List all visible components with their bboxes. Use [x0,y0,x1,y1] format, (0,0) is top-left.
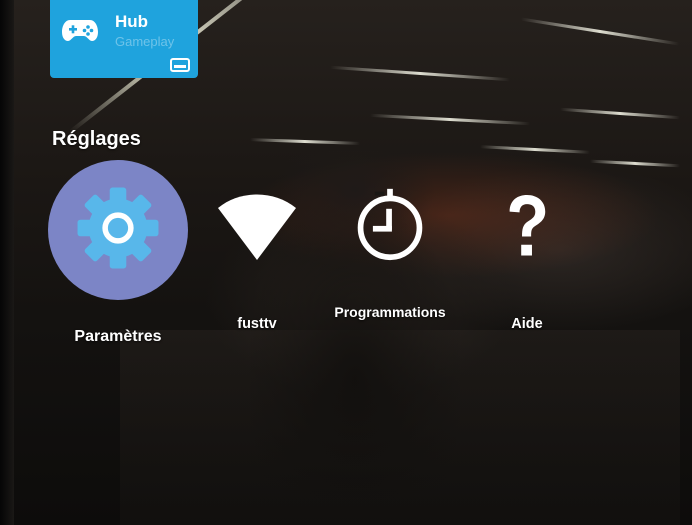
section-title: Réglages [52,128,141,150]
gear-icon [72,182,164,279]
settings-item-programmations[interactable]: Programmations [330,186,450,346]
settings-item-network[interactable]: fusttv [212,192,302,342]
hub-tile[interactable]: Hub Gameplay [50,0,198,78]
hub-subtitle: Gameplay [115,34,175,49]
settings-item-aide[interactable]: Aide [482,186,572,336]
tv-screen: Hub Gameplay Réglages Paramètres fusttv … [0,0,692,525]
hub-title: Hub [115,12,149,31]
ceiling-light-reflection [249,138,361,145]
ceiling-light-reflection [479,145,591,154]
gamepad-icon [62,18,98,42]
selected-circle [48,160,188,300]
timer-icon [352,186,428,267]
ceiling-light-reflection [520,17,680,46]
settings-item-label: fusttv [237,316,277,332]
settings-item-parametres[interactable]: Paramètres [48,160,188,350]
ceiling-light-reflection [589,159,681,168]
input-source-icon [170,58,190,72]
ceiling-light-reflection [330,65,510,82]
question-mark-icon [498,187,556,276]
ceiling-light-reflection [370,113,530,126]
settings-item-label: Paramètres [74,328,162,345]
settings-item-label: Aide [511,316,543,332]
settings-item-label: Programmations [334,304,446,320]
ceiling-light-reflection [560,107,680,120]
wifi-icon [216,190,298,267]
tv-bezel [0,0,14,525]
